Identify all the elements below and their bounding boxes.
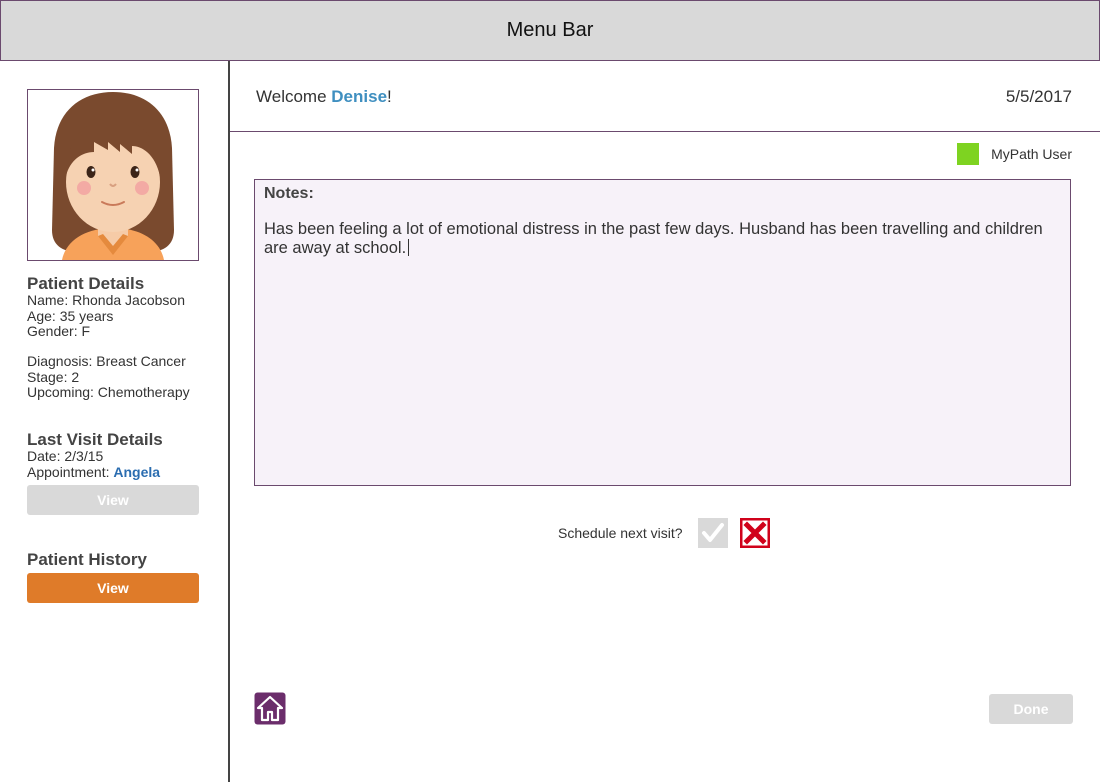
patient-portrait-icon (52, 92, 174, 260)
patient-details-title: Patient Details (27, 274, 145, 293)
patient-history-title: Patient History (27, 550, 147, 569)
patient-gender: Gender: F (27, 323, 91, 339)
home-button[interactable] (254, 692, 286, 725)
notes-text: Has been feeling a lot of emotional dist… (264, 220, 1043, 257)
current-date: 5/5/2017 (1005, 87, 1072, 106)
patient-details-basic: Name: Rhonda Jacobson Age: 35 years Gend… (27, 292, 185, 340)
mypath-user-swatch (957, 143, 980, 165)
user-name: Denise (331, 87, 388, 106)
last-visit-info: Date: 2/3/15 Appointment: Angela (27, 448, 160, 481)
done-button[interactable]: Done (989, 694, 1073, 724)
schedule-yes-button[interactable] (697, 517, 729, 549)
schedule-no-button[interactable] (739, 517, 771, 549)
patient-stage: Stage: 2 (27, 368, 80, 385)
header-divider (230, 131, 1100, 132)
notes-textarea[interactable]: Notes: Has been feeling a lot of emotion… (254, 179, 1071, 486)
home-icon (254, 692, 286, 725)
last-visit-date: Date: 2/3/15 (27, 448, 104, 464)
patient-age: Age: 35 years (27, 307, 114, 324)
notes-text-content[interactable]: Has been feeling a lot of emotional dist… (264, 220, 1061, 258)
menu-bar-title: Menu Bar (506, 19, 594, 41)
patient-history-view-button[interactable]: View (27, 573, 199, 603)
schedule-label: Schedule next visit? (558, 525, 683, 541)
welcome-message: Welcome Denise! (256, 87, 392, 107)
check-icon (697, 518, 728, 548)
patient-upcoming: Upcoming: Chemotherapy (27, 384, 190, 400)
last-visit-title: Last Visit Details (27, 430, 163, 449)
patient-name: Name: Rhonda Jacobson (27, 292, 185, 308)
welcome-suffix: ! (387, 87, 392, 106)
appointment-label: Appointment: (27, 463, 110, 480)
appointment-provider-link[interactable]: Angela (113, 464, 160, 480)
last-visit-appointment: Appointment: Angela (27, 463, 160, 481)
patient-avatar (27, 89, 199, 261)
schedule-next-visit: Schedule next visit? (558, 517, 781, 549)
notes-label: Notes: (264, 185, 314, 202)
last-visit-view-button[interactable]: View (27, 485, 199, 515)
patient-diagnosis: Diagnosis: Breast Cancer (27, 353, 186, 369)
patient-sidebar: Patient Details Name: Rhonda Jacobson Ag… (0, 61, 230, 782)
mypath-user-label: MyPath User (991, 146, 1072, 162)
user-type-legend: MyPath User (957, 143, 1072, 165)
main-panel: Welcome Denise! 5/5/2017 MyPath User Not… (230, 61, 1100, 782)
x-icon (739, 518, 770, 548)
text-cursor (408, 239, 410, 256)
patient-details-medical: Diagnosis: Breast Cancer Stage: 2 Upcomi… (27, 353, 190, 401)
menu-bar: Menu Bar (0, 0, 1100, 61)
welcome-prefix: Welcome (256, 87, 327, 106)
